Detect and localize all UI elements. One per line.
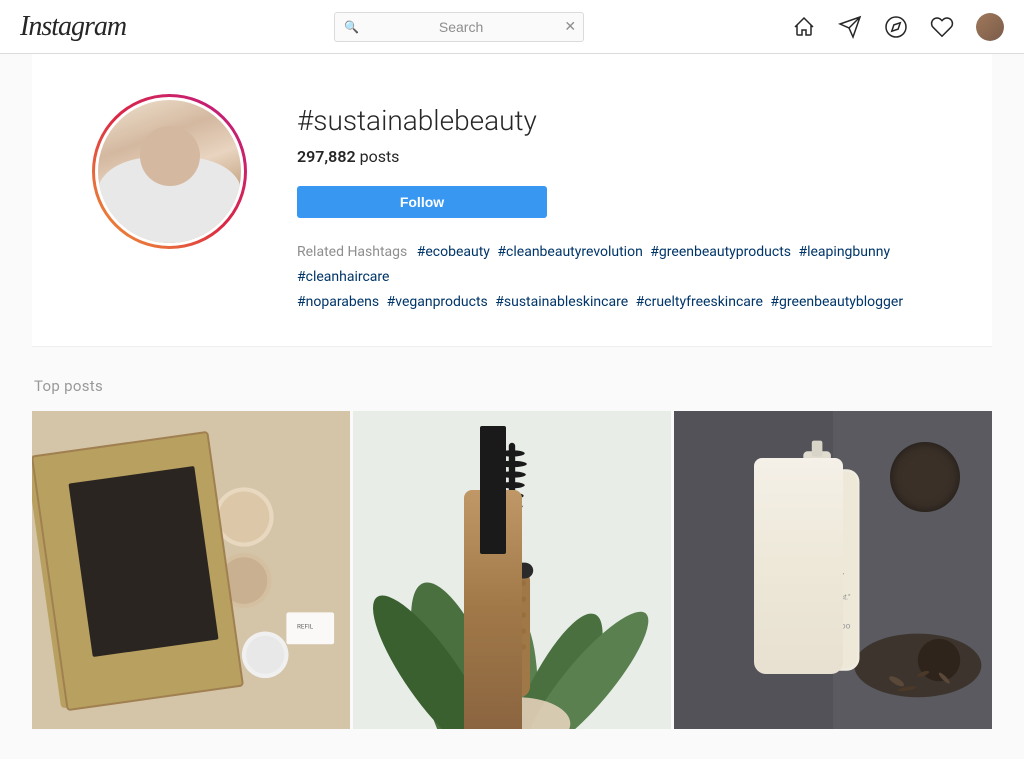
main-content: Top posts [32, 347, 992, 759]
hashtag-greenbeautyproducts[interactable]: #greenbeautyproducts [650, 244, 791, 260]
related-hashtags-label: Related Hashtags [297, 244, 407, 260]
hashtag-ecobeauty[interactable]: #ecobeauty [417, 244, 490, 260]
hashtag-noparabens[interactable]: #noparabens [297, 294, 379, 310]
hashtag-cleanhaircare[interactable]: #cleanhaircare [297, 269, 389, 285]
search-container: 🔍 ✕ [334, 12, 584, 42]
svg-text:a single shampoo: a single shampoo [784, 621, 851, 631]
hashtag-cleanbeautyrevolution[interactable]: #cleanbeautyrevolution [497, 244, 642, 260]
search-input[interactable] [334, 12, 584, 42]
related-hashtags: Related Hashtags #ecobeauty #cleanbeauty… [297, 240, 932, 316]
hashtag-greenbeautyblogger[interactable]: #greenbeautyblogger [770, 294, 903, 310]
hashtag-crueltyfreeskincare[interactable]: #crueltyfreeskincare [636, 294, 763, 310]
header-nav [792, 13, 1004, 41]
follow-button[interactable]: Follow [297, 186, 547, 218]
svg-text:of a bad person;: of a bad person; [791, 554, 843, 563]
home-icon[interactable] [792, 15, 816, 39]
svg-text:"I went in search: "I went in search [791, 541, 843, 550]
hashtag-sustainableskincare[interactable]: #sustainableskincare [495, 294, 628, 310]
avatar-image [976, 13, 1004, 41]
post-item-1[interactable]: REFIL [32, 411, 350, 729]
profile-posts-count: 297,882 posts [297, 147, 932, 166]
top-posts-title: Top posts [32, 377, 992, 395]
profile-avatar-nav[interactable] [976, 13, 1004, 41]
profile-avatar-image [98, 100, 241, 243]
instagram-logo: Instagram [20, 11, 126, 43]
profile-avatar-ring [92, 94, 247, 249]
post-item-3[interactable]: "I went in search of a bad person; I fou… [674, 411, 992, 729]
hashtag-veganproducts[interactable]: #veganproducts [387, 294, 488, 310]
profile-info: #sustainablebeauty 297,882 posts Follow … [297, 94, 932, 316]
svg-text:REFIL: REFIL [297, 622, 314, 630]
svg-text:I found none as I,: I found none as I, [790, 567, 845, 576]
post-item-2[interactable] [353, 411, 671, 729]
profile-username: #sustainablebeauty [297, 104, 932, 137]
direct-icon[interactable] [838, 15, 862, 39]
profile-section: #sustainablebeauty 297,882 posts Follow … [32, 54, 992, 347]
search-icon: 🔍 [344, 20, 359, 34]
activity-icon[interactable] [930, 15, 954, 39]
explore-icon[interactable] [884, 15, 908, 39]
profile-avatar-inner [95, 97, 244, 246]
posts-grid: REFIL [32, 411, 992, 729]
header: Instagram 🔍 ✕ [0, 0, 1024, 54]
profile-avatar-wrap [92, 94, 247, 249]
clear-search-icon[interactable]: ✕ [564, 19, 576, 35]
svg-text:found me the worst.": found me the worst." [784, 592, 851, 601]
svg-text:seeing myself,: seeing myself, [794, 580, 840, 589]
hashtag-leapingbunny[interactable]: #leapingbunny [798, 244, 890, 260]
